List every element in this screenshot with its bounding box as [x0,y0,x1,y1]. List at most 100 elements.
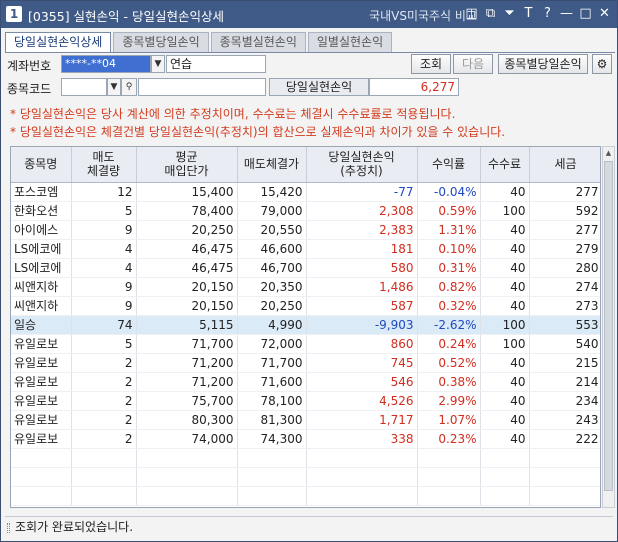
table-row[interactable]: 유일로보 2 71,200 71,700 745 0.52% 40 215 [11,353,600,373]
cell-qty: 2 [71,410,137,430]
cell-avg: 20,250 [136,220,238,240]
cell-sell: 74,300 [237,429,307,449]
settings-gear-icon[interactable]: ⚙ [592,54,612,74]
cell-pnl: 1,486 [306,277,418,297]
search-icon[interactable]: ⚲ [121,78,137,96]
cell-avg: 46,475 [136,258,238,278]
cell-pnl: 546 [306,372,418,392]
col-sell-price-header: 매도체결가 [237,147,307,183]
tab-realized-by-stock[interactable]: 종목별실현손익 [210,32,306,52]
status-text: 조회가 완료되었습니다. [15,520,134,534]
help-icon[interactable]: ? [539,5,556,23]
empty-cell [136,448,238,468]
tab-daily-by-stock[interactable]: 종목별당일손익 [113,32,209,52]
table-row[interactable]: 씨앤지하 9 20,150 20,350 1,486 0.82% 40 274 [11,277,600,297]
table-row[interactable]: 유일로보 2 74,000 74,300 338 0.23% 40 222 [11,429,600,449]
tab-daily-realized[interactable]: 일별실현손익 [307,32,393,52]
cell-sell: 20,350 [237,277,307,297]
table-row[interactable]: 일승 74 5,115 4,990 -9,903 -2.62% 100 553 [11,315,600,335]
cell-tax: 280 [529,258,600,278]
col-fee-header: 수수료 [480,147,530,183]
table-row[interactable]: 유일로보 2 71,200 71,600 546 0.38% 40 214 [11,372,600,392]
tab-daily-realized-detail[interactable]: 당일실현손익상세 [5,32,112,53]
cell-fee: 40 [480,182,530,202]
cell-qty: 74 [71,315,137,335]
table-header-row: 종목명 매도 체결량 평균 매입단가 매도체결가 당일실현손익 (추정치) 수익률 수수료 세… [11,147,600,183]
cell-name: 유일로보 [11,372,72,392]
empty-cell [417,448,481,468]
stock-code-field[interactable] [61,78,107,96]
compare-link[interactable]: 국내VS미국주식 비교 [369,7,477,24]
cell-sell: 81,300 [237,410,307,430]
account-number-field[interactable]: ****-**04 [61,55,151,73]
cell-rate: 0.52% [417,353,481,373]
cell-fee: 40 [480,239,530,259]
cell-fee: 40 [480,410,530,430]
cell-rate: 0.10% [417,239,481,259]
table-row[interactable]: LS에코에 4 46,475 46,700 580 0.31% 40 280 [11,258,600,278]
cell-tax: 279 [529,239,600,259]
cell-tax: 274 [529,277,600,297]
cell-name: 아이에스 [11,220,72,240]
cell-rate: 0.31% [417,258,481,278]
scroll-thumb[interactable] [604,161,613,491]
empty-cell [71,486,137,506]
cell-rate: 1.31% [417,220,481,240]
vertical-scrollbar[interactable]: ▲ [602,146,615,508]
cell-pnl: -77 [306,182,418,202]
cell-avg: 20,150 [136,277,238,297]
table-row[interactable]: 유일로보 5 71,700 72,000 860 0.24% 100 540 [11,334,600,354]
cell-qty: 2 [71,372,137,392]
restore-icon[interactable]: ⧉ [482,5,499,23]
pnl-label: 당일실현손익 [269,78,369,96]
cell-fee: 40 [480,391,530,411]
maximize-icon[interactable]: □ [577,5,594,23]
empty-cell [417,486,481,506]
col-daily-pnl-header: 당일실현손익 (추정치) [306,147,418,183]
cell-sell: 79,000 [237,201,307,221]
cell-tax: 214 [529,372,600,392]
empty-cell [480,486,530,506]
minimize-icon[interactable]: — [558,5,575,23]
cell-sell: 4,990 [237,315,307,335]
cell-qty: 2 [71,353,137,373]
cell-qty: 4 [71,258,137,278]
account-dropdown-button[interactable]: ▼ [151,55,165,73]
table-row[interactable]: 한화오션 5 78,400 79,000 2,308 0.59% 100 592 [11,201,600,221]
close-icon[interactable]: ✕ [596,5,613,23]
empty-cell [480,467,530,487]
code-dropdown-button[interactable]: ▼ [107,78,121,96]
cell-name: 한화오션 [11,201,72,221]
cell-fee: 40 [480,353,530,373]
table-row[interactable]: 유일로보 2 75,700 78,100 4,526 2.99% 40 234 [11,391,600,411]
cell-name: LS에코에 [11,239,72,259]
cell-rate: 0.82% [417,277,481,297]
query-button[interactable]: 조회 [411,54,451,74]
split-window-icon[interactable]: ◫ [463,5,480,23]
cell-tax: 273 [529,296,600,316]
cell-qty: 2 [71,429,137,449]
cell-tax: 277 [529,220,600,240]
cell-sell: 72,000 [237,334,307,354]
cell-avg: 46,475 [136,239,238,259]
cell-qty: 4 [71,239,137,259]
table-row[interactable]: LS에코에 4 46,475 46,600 181 0.10% 40 279 [11,239,600,259]
table-row[interactable]: 씨앤지하 9 20,150 20,250 587 0.32% 40 273 [11,296,600,316]
table-row[interactable]: 유일로보 2 80,300 81,300 1,717 1.07% 40 243 [11,410,600,430]
pin-icon[interactable]: ⏷ [501,5,518,23]
cell-name: 유일로보 [11,391,72,411]
empty-cell [306,448,418,468]
cell-sell: 20,550 [237,220,307,240]
by-stock-button[interactable]: 종목별당일손익 [498,54,588,74]
table-row[interactable]: 포스코엠 12 15,400 15,420 -77 -0.04% 40 277 [11,182,600,202]
cell-tax: 234 [529,391,600,411]
empty-cell [306,467,418,487]
cell-pnl: -9,903 [306,315,418,335]
font-size-icon[interactable]: T [520,5,537,23]
cell-avg: 71,200 [136,353,238,373]
table-row[interactable]: 아이에스 9 20,250 20,550 2,383 1.31% 40 277 [11,220,600,240]
scroll-up-icon[interactable]: ▲ [603,147,614,160]
title-bar: 1 [0355] 실현손익 - 당일실현손익상세 국내VS미국주식 비교 ◫ ⧉… [1,1,617,28]
status-bar: 조회가 완료되었습니다. [5,516,613,536]
next-button[interactable]: 다음 [453,54,493,74]
